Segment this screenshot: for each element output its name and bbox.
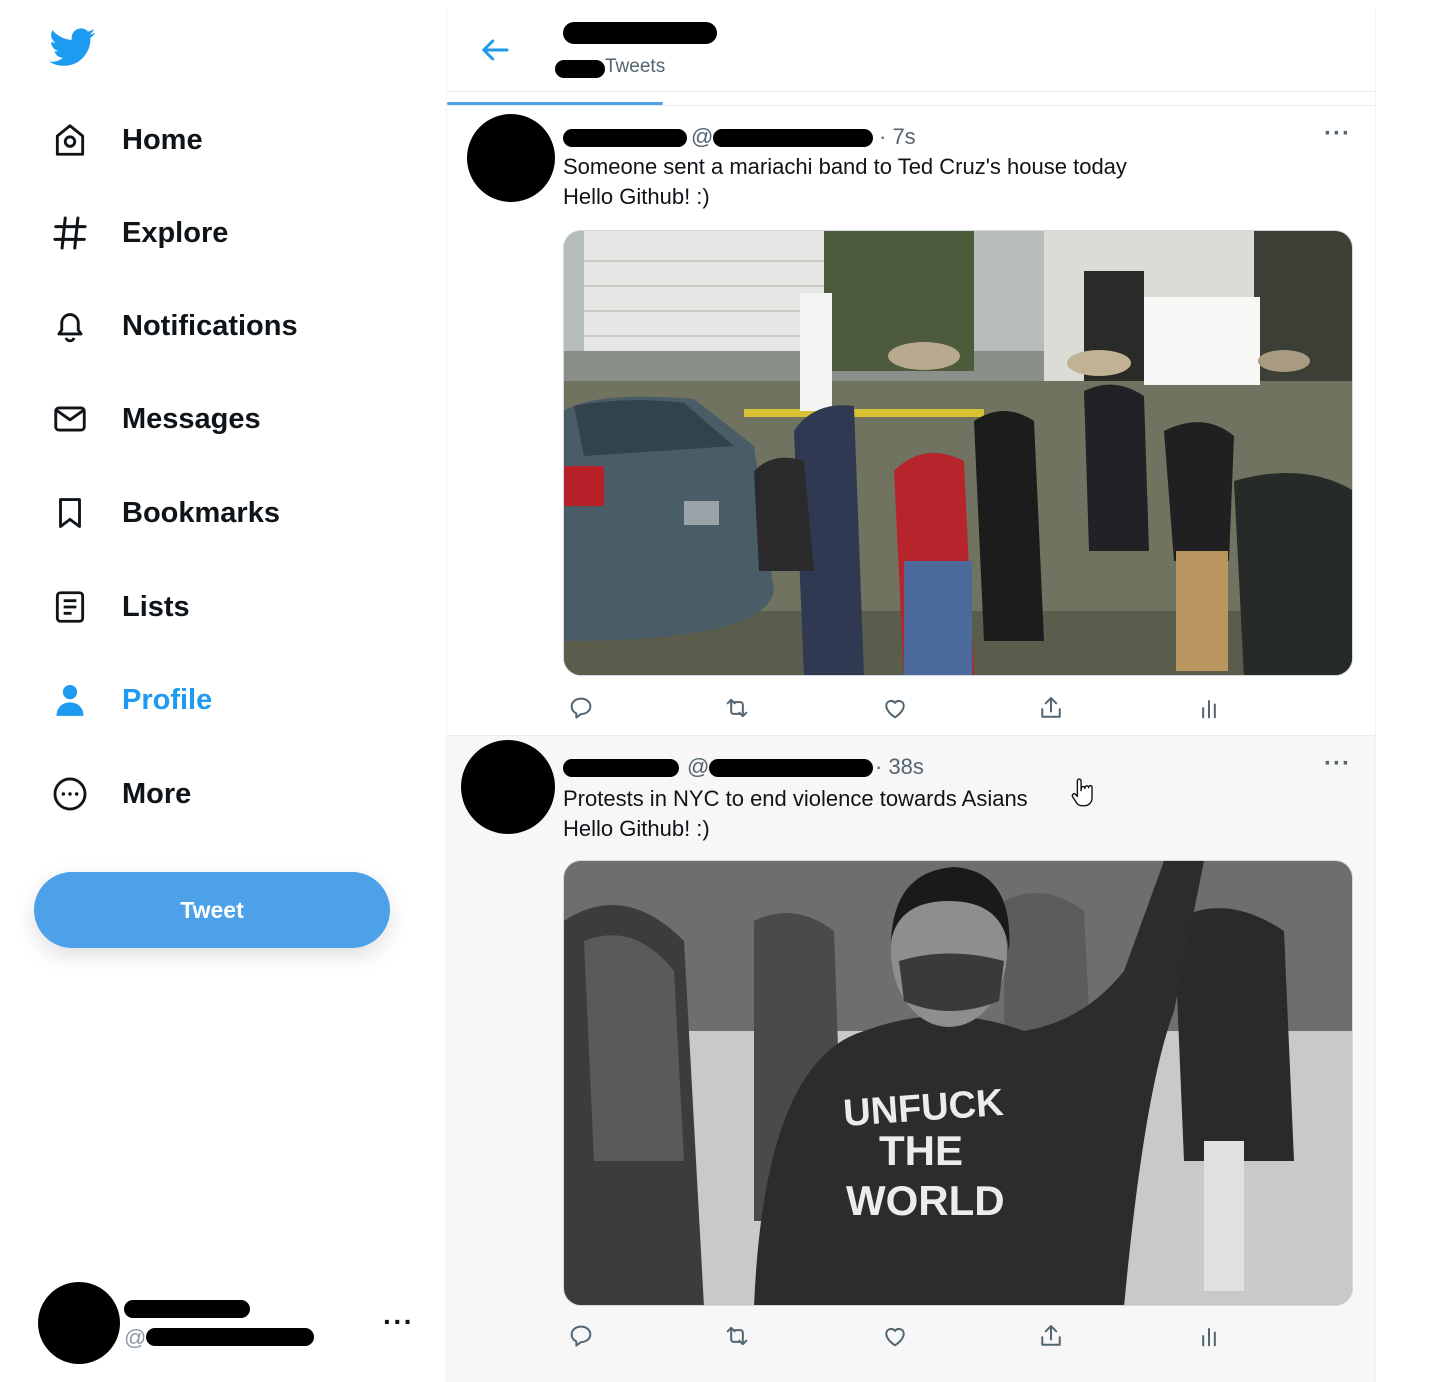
analytics-icon[interactable] bbox=[1191, 1318, 1227, 1354]
nav-profile[interactable]: Profile bbox=[48, 672, 212, 728]
share-upload-icon[interactable] bbox=[1033, 1318, 1069, 1354]
handle-prefix: @ bbox=[691, 124, 714, 149]
nav-label: Lists bbox=[122, 590, 190, 623]
mariachi-protest-photo bbox=[564, 231, 1352, 675]
bell-icon bbox=[48, 304, 92, 348]
more-circle-icon bbox=[48, 772, 92, 816]
nav-notifications[interactable]: Notifications bbox=[48, 298, 298, 354]
reply-icon[interactable] bbox=[563, 1318, 599, 1354]
nav-label: Bookmarks bbox=[122, 496, 280, 529]
nav-label: Home bbox=[122, 123, 203, 156]
nav-label: Notifications bbox=[122, 309, 298, 342]
hand-cursor-icon bbox=[1070, 778, 1094, 808]
nav-explore[interactable]: Explore bbox=[48, 205, 228, 261]
more-dots-icon[interactable]: ··· bbox=[383, 1306, 414, 1338]
main-column: Tweets @ · 7s ··· Someone sent a mariach… bbox=[446, 8, 1376, 1382]
nav-label: Messages bbox=[122, 402, 261, 435]
back-arrow-icon[interactable] bbox=[477, 32, 513, 68]
nav-lists[interactable]: Lists bbox=[48, 579, 190, 635]
redacted-handle bbox=[713, 129, 873, 147]
tweet-actions bbox=[563, 690, 1243, 726]
avatar[interactable] bbox=[38, 1282, 120, 1364]
analytics-icon[interactable] bbox=[1191, 690, 1227, 726]
profile-tabs bbox=[447, 92, 1375, 106]
bookmark-icon bbox=[48, 491, 92, 535]
redacted-handle bbox=[709, 759, 873, 777]
tweet-button[interactable]: Tweet bbox=[34, 872, 390, 948]
tweet-photo[interactable]: UNFUCK THE WORLD bbox=[563, 860, 1353, 1306]
sidebar: Home Explore Notifications Messages Book… bbox=[0, 0, 440, 1382]
account-handle-prefix: @ bbox=[124, 1325, 147, 1350]
tweet-count-label: Tweets bbox=[605, 56, 666, 77]
nav-more[interactable]: More bbox=[48, 766, 191, 822]
handle-prefix: @ bbox=[687, 754, 710, 779]
tweet-photo[interactable] bbox=[563, 230, 1353, 676]
tweet-actions bbox=[563, 1318, 1243, 1354]
tweet[interactable]: @ · 38s ··· Protests in NYC to end viole… bbox=[447, 736, 1375, 1382]
nav-label: Explore bbox=[122, 216, 229, 249]
tweet-text-line: Hello Github! :) bbox=[563, 816, 710, 841]
nav-bookmarks[interactable]: Bookmarks bbox=[48, 485, 280, 541]
tweet-time[interactable]: · 38s bbox=[875, 754, 924, 780]
redacted-display-name bbox=[563, 759, 679, 777]
envelope-icon bbox=[48, 397, 92, 441]
list-icon bbox=[48, 585, 92, 629]
active-tab-indicator bbox=[447, 102, 663, 105]
nav-label: Profile bbox=[122, 683, 213, 716]
tweet-text-line: Hello Github! :) bbox=[563, 184, 710, 209]
hashtag-icon bbox=[48, 211, 92, 255]
tweet-text-line: Protests in NYC to end violence towards … bbox=[563, 786, 1028, 811]
avatar[interactable] bbox=[467, 114, 555, 202]
account-switcher[interactable]: @ ··· bbox=[38, 1282, 428, 1364]
share-upload-icon[interactable] bbox=[1033, 690, 1069, 726]
profile-header: Tweets bbox=[447, 8, 1375, 92]
redacted-profile-name bbox=[563, 22, 717, 44]
tweet-time[interactable]: · 7s bbox=[879, 124, 916, 150]
tweet-more-icon[interactable]: ··· bbox=[1324, 120, 1351, 148]
person-icon bbox=[48, 678, 92, 722]
like-heart-icon[interactable] bbox=[877, 1318, 913, 1354]
protest-photo: UNFUCK THE WORLD bbox=[564, 861, 1352, 1305]
redacted-display-name bbox=[124, 1300, 250, 1318]
redacted-handle bbox=[146, 1328, 314, 1346]
reply-icon[interactable] bbox=[563, 690, 599, 726]
nav-messages[interactable]: Messages bbox=[48, 391, 261, 447]
tweet[interactable]: @ · 7s ··· Someone sent a mariachi band … bbox=[447, 106, 1375, 736]
retweet-icon[interactable] bbox=[719, 1318, 755, 1354]
redacted-tweet-count bbox=[555, 60, 605, 78]
twitter-bird-logo[interactable] bbox=[48, 24, 98, 70]
tweet-more-icon[interactable]: ··· bbox=[1324, 750, 1351, 778]
retweet-icon[interactable] bbox=[719, 690, 755, 726]
photo-text-line: THE bbox=[879, 1127, 963, 1174]
avatar[interactable] bbox=[461, 740, 555, 834]
nav-label: More bbox=[122, 777, 192, 810]
like-heart-icon[interactable] bbox=[877, 690, 913, 726]
home-icon bbox=[48, 118, 92, 162]
photo-text-line: WORLD bbox=[846, 1177, 1005, 1224]
redacted-display-name bbox=[563, 129, 687, 147]
nav-home[interactable]: Home bbox=[48, 112, 203, 168]
tweet-text-line: Someone sent a mariachi band to Ted Cruz… bbox=[563, 154, 1127, 179]
